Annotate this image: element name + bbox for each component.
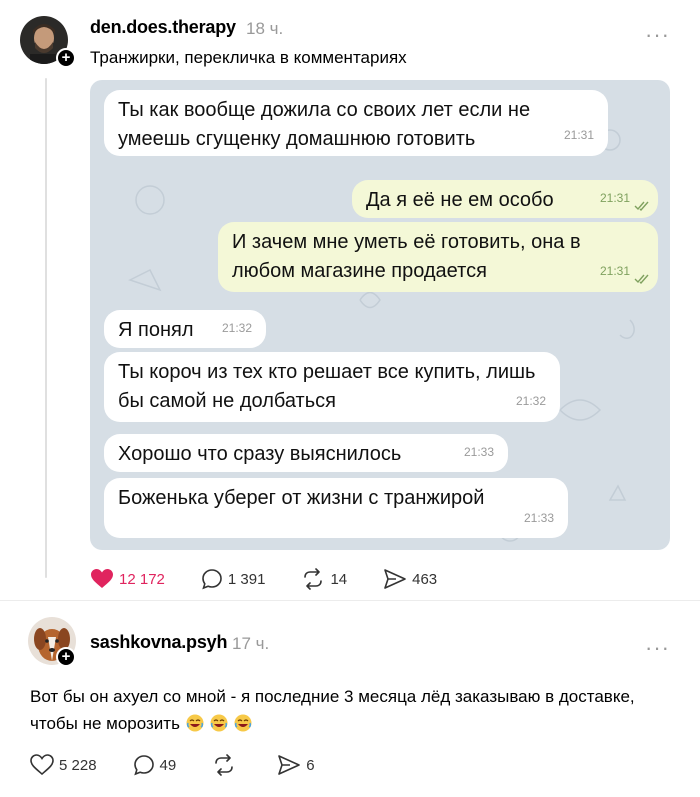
- laughing-emoji-icon: [210, 714, 228, 732]
- message-time: 21:32: [221, 321, 252, 335]
- post-time: 18 ч.: [246, 19, 284, 38]
- comment-time: 17 ч.: [232, 634, 270, 653]
- message-text: Я понял: [118, 319, 194, 341]
- message-text: Боженька уберег от жизни с транжирой: [118, 487, 485, 509]
- post: + den.does.therapy 18 ч. ··· Транжирки, …: [0, 0, 700, 600]
- laughing-emoji-icon: [234, 714, 252, 732]
- message-text: И зачем мне уметь её готовить, она в люб…: [232, 231, 581, 282]
- comment-button[interactable]: 1 391: [201, 568, 266, 590]
- message-text: Хорошо что сразу выяснилось: [118, 443, 402, 465]
- like-count: 12 172: [119, 570, 165, 588]
- more-options-icon[interactable]: ···: [645, 24, 670, 46]
- repost-count: 14: [330, 570, 348, 588]
- comment-icon: [202, 569, 222, 590]
- post-actions: 12 172 1 391 14 463: [90, 568, 473, 590]
- share-icon: [384, 569, 406, 589]
- heart-icon: [30, 754, 54, 776]
- comment-count: 49: [159, 756, 177, 774]
- share-button[interactable]: 463: [383, 568, 437, 590]
- share-button[interactable]: 6: [277, 754, 315, 776]
- follow-plus-icon[interactable]: +: [56, 647, 76, 667]
- like-button[interactable]: 5 228: [30, 754, 97, 776]
- share-count: 6: [306, 756, 315, 774]
- message-time: 21:33: [523, 511, 554, 525]
- laughing-emoji-icon: [186, 714, 204, 732]
- double-check-icon: [634, 201, 649, 211]
- repost-icon: [304, 568, 323, 590]
- comment-button[interactable]: 49: [133, 754, 177, 776]
- message-incoming: Боженька уберег от жизни с транжирой 21:…: [104, 478, 568, 538]
- comment-text: Вот бы он ахуел со мной - я последние 3 …: [30, 683, 650, 737]
- message-text: Да я её не ем особо: [366, 189, 554, 211]
- share-count: 463: [412, 570, 438, 588]
- message-time: 21:31: [599, 191, 630, 205]
- chat-screenshot[interactable]: Ты как вообще дожила со своих лет если н…: [90, 80, 670, 550]
- double-check-icon: [634, 274, 649, 284]
- comment-body: Вот бы он ахуел со мной - я последние 3 …: [30, 687, 635, 733]
- message-incoming: Хорошо что сразу выяснилось 21:33: [104, 434, 508, 472]
- comment-username[interactable]: sashkovna.psyh: [90, 632, 227, 653]
- thread-line: [45, 78, 47, 578]
- message-time: 21:32: [515, 394, 546, 408]
- message-time: 21:33: [463, 445, 494, 459]
- more-options-icon[interactable]: ···: [645, 637, 670, 659]
- message-time: 21:31: [599, 264, 630, 278]
- like-button[interactable]: 12 172: [90, 568, 165, 590]
- comment-actions: 5 228 49 6: [30, 754, 351, 776]
- post-username[interactable]: den.does.therapy: [90, 17, 236, 38]
- message-incoming: Ты как вообще дожила со своих лет если н…: [104, 90, 608, 156]
- repost-button[interactable]: [212, 754, 241, 776]
- message-incoming: Ты короч из тех кто решает все купить, л…: [104, 352, 560, 422]
- message-text: Ты короч из тех кто решает все купить, л…: [118, 361, 536, 412]
- message-text: Ты как вообще дожила со своих лет если н…: [118, 99, 531, 150]
- comment-icon: [133, 755, 154, 776]
- post-caption: Транжирки, перекличка в комментариях: [90, 48, 407, 67]
- comment-count: 1 391: [227, 570, 266, 588]
- like-count: 5 228: [59, 756, 97, 774]
- repost-icon: [215, 754, 234, 776]
- message-incoming: Я понял 21:32: [104, 310, 266, 348]
- message-time: 21:31: [563, 128, 594, 142]
- comment: + sashkovna.psyh 17 ч. ··· Вот бы он аху…: [0, 600, 700, 797]
- follow-plus-icon[interactable]: +: [56, 48, 76, 68]
- message-outgoing: И зачем мне уметь её готовить, она в люб…: [218, 222, 658, 292]
- share-icon: [278, 755, 301, 775]
- heart-filled-icon: [91, 569, 113, 588]
- message-outgoing: Да я её не ем особо 21:31: [352, 180, 658, 218]
- repost-button[interactable]: 14: [301, 568, 347, 590]
